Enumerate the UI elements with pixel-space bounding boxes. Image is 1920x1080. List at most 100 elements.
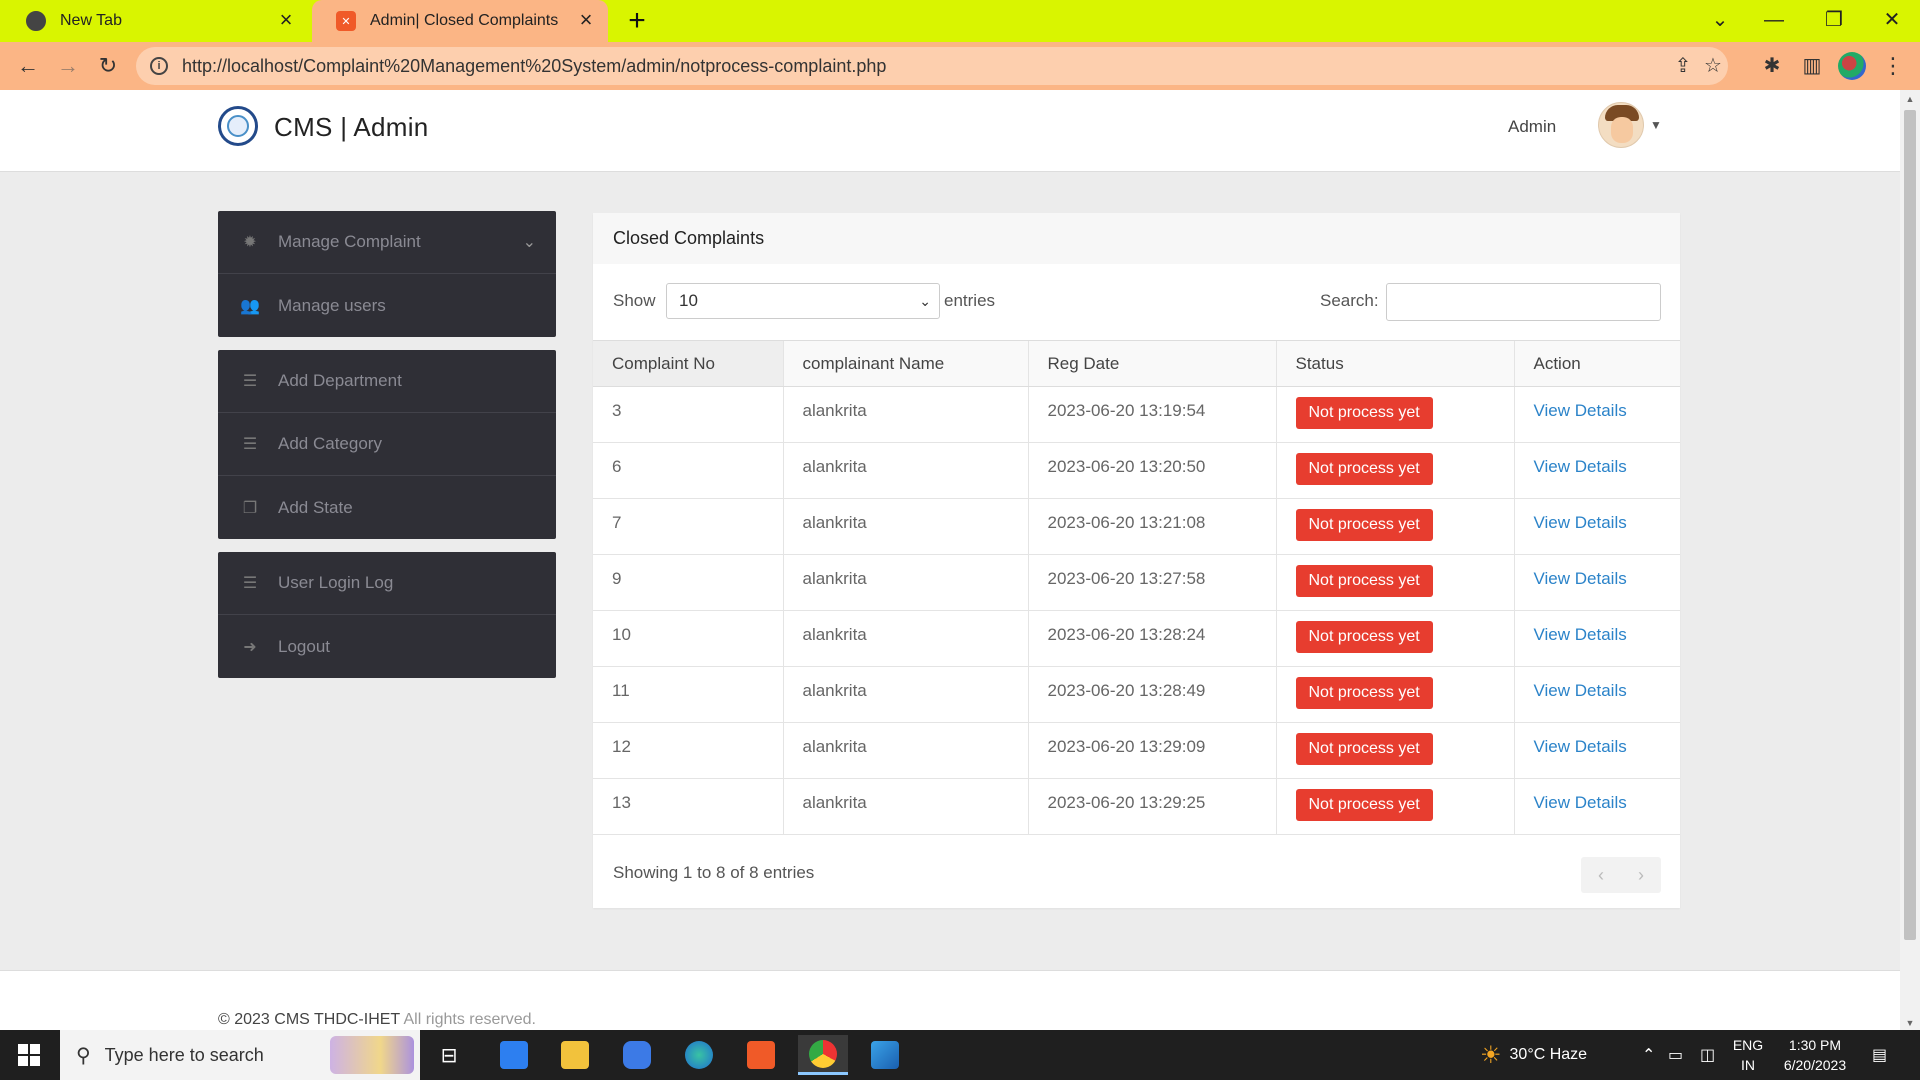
page-scrollbar[interactable]: ▲ ▼ [1900, 90, 1920, 1030]
url-text: http://localhost/Complaint%20Management%… [182, 55, 887, 76]
status-badge: Not process yet [1295, 453, 1433, 485]
mail-app-icon[interactable] [489, 1035, 539, 1075]
view-details-link[interactable]: View Details [1534, 457, 1627, 476]
complainant-name-cell: alankrita [782, 442, 1028, 499]
back-icon[interactable]: ← [12, 50, 44, 82]
view-details-link[interactable]: View Details [1534, 513, 1627, 532]
users-icon: 👥 [240, 297, 260, 315]
windows-start-icon[interactable] [18, 1044, 40, 1066]
share-icon[interactable]: ⇪ [1668, 51, 1698, 81]
browser-tab-active[interactable]: ✕ Admin| Closed Complaints × [312, 0, 608, 42]
site-brand[interactable]: CMS | Admin [274, 112, 429, 143]
restore-button[interactable]: ❐ [1814, 4, 1854, 36]
complaint-no-cell: 7 [593, 498, 783, 555]
view-details-link[interactable]: View Details [1534, 737, 1627, 756]
sidebar-item-logout[interactable]: ➜ Logout [218, 615, 556, 678]
status-cell: Not process yet [1275, 778, 1514, 835]
sidebar-group-3: ☰ User Login Log ➜ Logout [218, 552, 556, 678]
xampp-app-icon[interactable] [736, 1035, 786, 1075]
close-icon[interactable]: × [574, 9, 598, 33]
profile-avatar[interactable] [1838, 52, 1866, 80]
sidebar-item-user-login-log[interactable]: ☰ User Login Log [218, 552, 556, 615]
sidebar-item-add-state[interactable]: ❐ Add State [218, 476, 556, 539]
bookmark-star-icon[interactable]: ☆ [1698, 51, 1728, 81]
action-cell: View Details [1513, 498, 1680, 555]
sidebar-item-add-category[interactable]: ☰ Add Category [218, 413, 556, 476]
column-header-status[interactable]: Status [1275, 340, 1514, 387]
header-user-name: Admin [1508, 117, 1557, 136]
tray-overflow-icon[interactable]: ⌃ [1642, 1030, 1655, 1080]
view-details-link[interactable]: View Details [1534, 569, 1627, 588]
network-icon[interactable]: ◫ [1700, 1030, 1715, 1080]
view-details-link[interactable]: View Details [1534, 401, 1627, 420]
sidebar-item-label: Manage Complaint [278, 232, 421, 251]
battery-icon[interactable]: ▭ [1668, 1030, 1683, 1080]
column-header-complainant-name[interactable]: complainant Name [782, 340, 1028, 387]
entries-label: entries [944, 291, 996, 310]
sidebar-item-label: Add Department [278, 371, 402, 390]
address-bar[interactable]: i http://localhost/Complaint%20Managemen… [136, 47, 1728, 85]
close-icon[interactable]: × [274, 9, 298, 33]
chevron-down-icon: ⌄ [522, 234, 536, 251]
list-icon: ☰ [242, 575, 258, 592]
view-details-link[interactable]: View Details [1534, 681, 1627, 700]
weather-widget[interactable]: ☀ 30°C Haze [1480, 1030, 1587, 1080]
browser-tab-strip: New Tab × ✕ Admin| Closed Complaints × +… [0, 0, 1920, 42]
footer-copyright: © 2023 CMS THDC-IHET All rights reserved… [218, 1011, 536, 1029]
sidebar-item-manage-users[interactable]: 👥 Manage users [218, 274, 556, 337]
chevron-left-icon[interactable]: ‹ [1581, 857, 1621, 893]
window-close-button[interactable]: ✕ [1872, 4, 1912, 36]
chrome-app-icon[interactable] [798, 1035, 848, 1075]
scroll-thumb[interactable] [1904, 110, 1916, 940]
extensions-icon[interactable]: ✱ [1756, 50, 1788, 82]
sidebar-item-add-department[interactable]: ☰ Add Department [218, 350, 556, 413]
user-avatar[interactable] [1598, 102, 1644, 148]
scroll-up-icon[interactable]: ▲ [1904, 94, 1916, 104]
view-details-link[interactable]: View Details [1534, 793, 1627, 812]
file-explorer-icon[interactable] [550, 1035, 600, 1075]
copy-icon: ❐ [242, 499, 258, 517]
browser-menu-icon[interactable]: ⋮ [1882, 50, 1904, 82]
chevron-right-icon[interactable]: › [1621, 857, 1661, 893]
column-header-action[interactable]: Action [1513, 340, 1680, 387]
column-header-reg-date[interactable]: Reg Date [1027, 340, 1276, 387]
side-panel-icon[interactable]: ▥ [1796, 50, 1828, 82]
complainant-name-cell: alankrita [782, 610, 1028, 667]
search-input[interactable] [1386, 283, 1661, 321]
action-cell: View Details [1513, 442, 1680, 499]
complaint-no-cell: 13 [593, 778, 783, 835]
task-view-icon[interactable]: ⊟ [424, 1035, 474, 1075]
clock-date[interactable]: 6/20/2023 [1770, 1055, 1860, 1075]
taskbar-search-placeholder: Type here to search [104, 1044, 264, 1065]
tab-search-chevron-icon[interactable]: ⌄ [1700, 4, 1740, 36]
notifications-icon[interactable]: ▤ [1872, 1030, 1887, 1080]
chevron-down-icon: ⌄ [919, 293, 931, 309]
edge-browser-icon[interactable] [674, 1035, 724, 1075]
status-badge: Not process yet [1295, 677, 1433, 709]
photos-app-icon[interactable] [860, 1035, 910, 1075]
caret-down-icon[interactable]: ▼ [1650, 118, 1662, 132]
status-badge: Not process yet [1295, 789, 1433, 821]
browser-tab-new-tab[interactable]: New Tab × [16, 0, 308, 42]
forward-icon[interactable]: → [52, 50, 84, 82]
table-row: 3 alankrita 2023-06-20 13:19:54 Not proc… [593, 386, 1680, 443]
taskbar-search-box[interactable]: ⚲ Type here to search [60, 1030, 420, 1080]
scroll-down-icon[interactable]: ▼ [1904, 1018, 1916, 1028]
footer-brand: © 2023 CMS THDC-IHET [218, 1011, 400, 1028]
clock-time[interactable]: 1:30 PM [1770, 1035, 1860, 1055]
reg-date-cell: 2023-06-20 13:28:49 [1027, 666, 1276, 723]
minimize-button[interactable]: — [1754, 4, 1794, 36]
sidebar-item-manage-complaint[interactable]: ✹ Manage Complaint ⌄ [218, 211, 556, 274]
language-indicator-bottom[interactable]: IN [1728, 1055, 1768, 1075]
view-details-link[interactable]: View Details [1534, 625, 1627, 644]
page-size-select[interactable]: 10 ⌄ [666, 283, 940, 319]
site-logo[interactable] [218, 106, 258, 146]
new-tab-button[interactable]: + [622, 4, 652, 38]
browser-toolbar: ← → ↻ i http://localhost/Complaint%20Man… [0, 42, 1920, 90]
column-header-complaint-no[interactable]: Complaint No [593, 340, 783, 387]
language-indicator-top[interactable]: ENG [1728, 1035, 1768, 1055]
media-app-icon[interactable] [612, 1035, 662, 1075]
action-cell: View Details [1513, 778, 1680, 835]
site-info-icon[interactable]: i [150, 57, 168, 75]
reload-icon[interactable]: ↻ [92, 50, 124, 82]
